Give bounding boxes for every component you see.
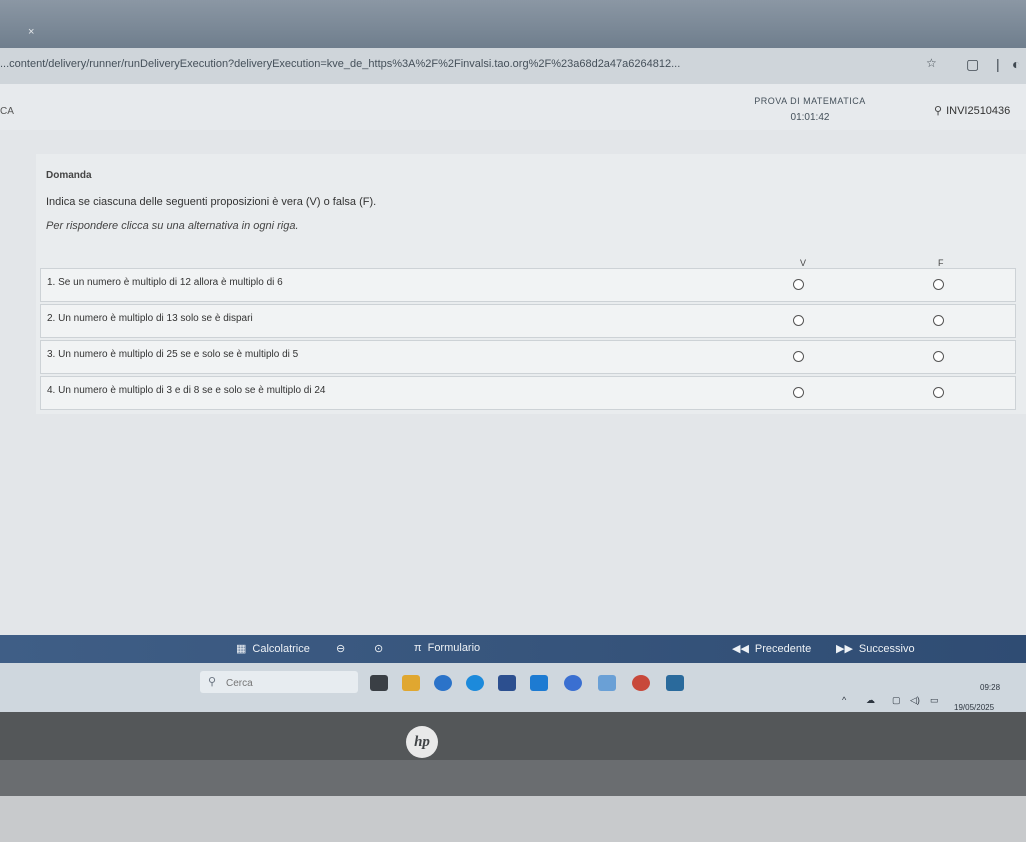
brand-fragment: CA [0, 106, 14, 117]
question-card: Domanda Indica se ciascuna delle seguent… [36, 154, 1026, 414]
previous-icon: ◀◀ [732, 643, 749, 655]
main-content: Domanda Indica se ciascuna delle seguent… [0, 130, 1026, 635]
test-header: CA PROVA DI MATEMATICA 01:01:42 ⚲ INVI251… [0, 84, 1026, 131]
tab-close-icon[interactable]: × [28, 26, 34, 38]
store-icon[interactable] [498, 675, 516, 691]
folder-icon[interactable] [402, 675, 420, 691]
radio-true-4[interactable] [793, 387, 804, 398]
cloud-icon[interactable]: ☁ [866, 695, 875, 706]
next-label: Successivo [858, 643, 915, 655]
statement-text: 1. Se un numero è multiplo di 12 allora … [47, 277, 283, 288]
media-icon[interactable] [632, 675, 650, 691]
user-code: INVI2510436 [946, 105, 1011, 117]
laptop-screen: × ...content/delivery/runner/runDelivery… [0, 0, 1026, 712]
laptop-base [0, 796, 1026, 842]
table-row: 1. Se un numero è multiplo di 12 allora … [40, 268, 1016, 302]
next-icon: ▶▶ [836, 643, 853, 655]
previous-label: Precedente [754, 643, 812, 655]
column-header-false: F [938, 258, 944, 268]
question-label: Domanda [46, 170, 92, 181]
radio-false-1[interactable] [933, 279, 944, 290]
statement-text: 4. Un numero è multiplo di 3 e di 8 se e… [47, 385, 326, 396]
mail-icon[interactable] [530, 675, 548, 691]
test-toolbar: ▦ Calcolatrice ⊖ ⊙ π Formulario ◀◀ Preceden… [0, 635, 1026, 663]
table-row: 4. Un numero è multiplo di 3 e di 8 se e… [40, 376, 1016, 410]
previous-button[interactable]: ◀◀ Precedente [732, 642, 811, 655]
test-title: PROVA DI MATEMATICA [754, 96, 866, 106]
zoom-in-icon: ⊙ [374, 643, 384, 655]
separator-icon: | [996, 56, 1000, 72]
chevron-up-icon[interactable]: ^ [842, 695, 846, 705]
calculator-button[interactable]: ▦ Calcolatrice [236, 642, 310, 655]
search-icon: ⚲ [208, 676, 217, 688]
browser-tab-strip: × [0, 0, 1026, 48]
photos-icon[interactable] [598, 675, 616, 691]
radio-false-3[interactable] [933, 351, 944, 362]
timer: 01:01:42 [790, 112, 830, 123]
pi-icon: π [414, 642, 422, 654]
os-taskbar: ⚲ ^ ☁ ▢ ◁) ▭ 09:28 19/05/2025 [0, 663, 1026, 712]
next-button[interactable]: ▶▶ Successivo [836, 642, 915, 655]
table-row: 3. Un numero è multiplo di 25 se e solo … [40, 340, 1016, 374]
question-prompt: Indica se ciascuna delle seguenti propos… [46, 196, 377, 208]
taskbar-app-icon[interactable] [370, 675, 388, 691]
radio-false-4[interactable] [933, 387, 944, 398]
bookmark-star-icon[interactable]: ☆ [926, 56, 937, 70]
zoom-in-button[interactable]: ⊙ [374, 642, 383, 655]
speaker-icon[interactable]: ◁) [910, 695, 920, 706]
zoom-out-icon: ⊖ [336, 643, 346, 655]
profile-icon[interactable]: ◐ [1012, 56, 1020, 72]
clock-time[interactable]: 09:28 [980, 683, 1000, 692]
taskbar-search[interactable]: ⚲ [200, 671, 358, 693]
statement-text: 3. Un numero è multiplo di 25 se e solo … [47, 349, 299, 360]
calculator-label: Calcolatrice [252, 643, 310, 655]
radio-true-1[interactable] [793, 279, 804, 290]
browser-icon[interactable] [434, 675, 452, 691]
column-header-true: V [800, 258, 807, 268]
browser-address-bar[interactable]: ...content/delivery/runner/runDeliveryEx… [0, 48, 1026, 84]
clock-date[interactable]: 19/05/2025 [954, 703, 994, 712]
battery-icon[interactable]: ▭ [930, 695, 939, 706]
formulas-button[interactable]: π Formulario [414, 642, 480, 654]
search-input[interactable] [224, 674, 354, 692]
formulas-label: Formulario [427, 642, 481, 654]
radio-true-2[interactable] [793, 315, 804, 326]
statement-text: 2. Un numero è multiplo di 13 solo se è … [47, 313, 253, 324]
notepad-icon[interactable] [666, 675, 684, 691]
user-icon: ⚲ [934, 105, 943, 117]
radio-true-3[interactable] [793, 351, 804, 362]
laptop-bezel: hp [0, 712, 1026, 842]
laptop-hinge [0, 760, 1026, 796]
window-icon[interactable]: ▢ [966, 56, 979, 73]
edge-icon[interactable] [466, 675, 484, 691]
user-info: ⚲ INVI2510436 [934, 104, 1010, 117]
zoom-out-button[interactable]: ⊖ [336, 642, 345, 655]
question-hint: Per rispondere clicca su una alternativa… [46, 220, 299, 232]
radio-false-2[interactable] [933, 315, 944, 326]
table-row: 2. Un numero è multiplo di 13 solo se è … [40, 304, 1016, 338]
hp-logo: hp [406, 726, 438, 758]
app-icon[interactable] [564, 675, 582, 691]
network-icon[interactable]: ▢ [892, 695, 901, 706]
url-text[interactable]: ...content/delivery/runner/runDeliveryEx… [0, 58, 930, 74]
calculator-icon: ▦ [236, 643, 247, 655]
